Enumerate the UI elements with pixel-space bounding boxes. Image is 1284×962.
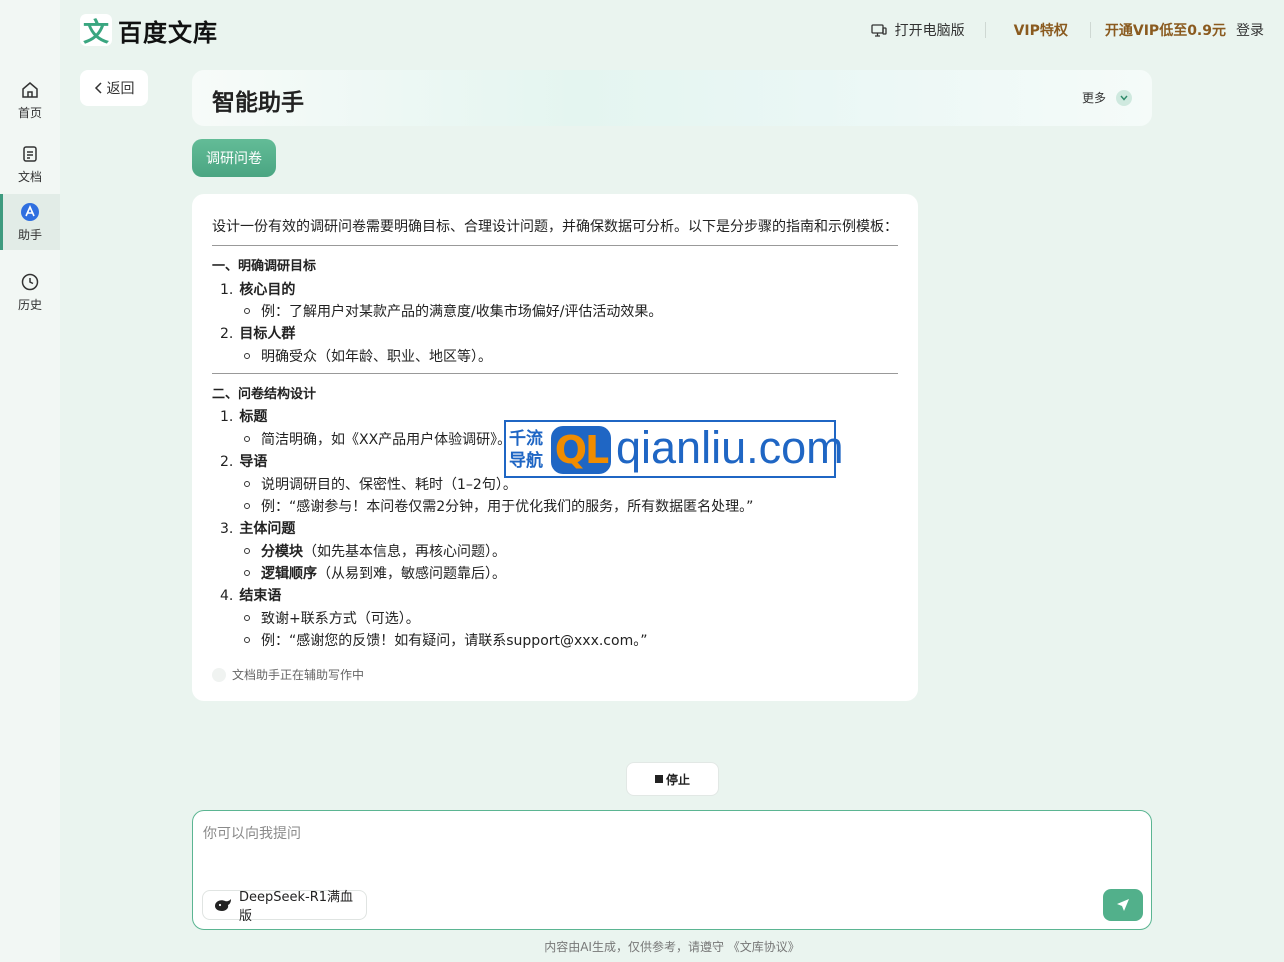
bullet-icon bbox=[244, 570, 250, 576]
sidebar-item-assistant[interactable]: 助手 bbox=[0, 194, 60, 250]
more-dropdown[interactable]: 更多 bbox=[1082, 89, 1132, 106]
answer-intro: 设计一份有效的调研问卷需要明确目标、合理设计问题，并确保数据可分析。以下是分步骤… bbox=[212, 219, 898, 235]
page-title: 智能助手 bbox=[212, 90, 304, 116]
list-bullet: 例：了解用户对某款产品的满意度/收集市场偏好/评估活动效果。 bbox=[244, 301, 662, 321]
sidebar-item-label: 助手 bbox=[17, 227, 42, 242]
logo[interactable]: 文 百度文库 bbox=[80, 14, 218, 48]
bullet-icon bbox=[244, 481, 250, 487]
login-link[interactable]: 登录 bbox=[1236, 20, 1264, 40]
home-icon bbox=[22, 81, 38, 98]
vip-privileges-link[interactable]: VIP特权 bbox=[1014, 20, 1068, 40]
sidebar: 首页 文档 助手 历史 bbox=[0, 0, 60, 962]
list-bullet: 例：“感谢您的反馈！如有疑问，请联系support@xxx.com。” bbox=[244, 630, 647, 650]
assistant-icon bbox=[21, 202, 39, 221]
list-bullet: 逻辑顺序 （从易到难，敏感问题靠后）。 bbox=[244, 563, 506, 583]
status-text: 文档助手正在辅助写作中 bbox=[232, 668, 365, 682]
divider bbox=[212, 245, 898, 246]
watermark-logo: 千流 导航 QL qianliu.com bbox=[504, 420, 844, 478]
bullet-icon bbox=[244, 503, 250, 509]
whale-icon bbox=[215, 899, 231, 911]
divider bbox=[1089, 22, 1091, 38]
section-heading: 二、问卷结构设计 bbox=[212, 387, 317, 402]
watermark-mark: QL bbox=[551, 426, 611, 474]
list-bullet: 例：“感谢参与！本问卷仅需2分钟，用于优化我们的服务，所有数据匿名处理。” bbox=[244, 496, 753, 516]
list-bullet: 分模块 （如先基本信息，再核心问题）。 bbox=[244, 541, 506, 561]
open-desktop-label: 打开电脑版 bbox=[894, 23, 965, 39]
sidebar-item-documents[interactable]: 文档 bbox=[0, 136, 60, 192]
monitor-icon bbox=[870, 24, 887, 37]
send-button[interactable] bbox=[1103, 889, 1143, 921]
list-item-title: 4. 结束语 bbox=[220, 588, 282, 604]
sidebar-item-history[interactable]: 历史 bbox=[0, 264, 60, 320]
sidebar-item-label: 文档 bbox=[17, 169, 42, 184]
model-selector[interactable]: DeepSeek-R1满血版 bbox=[202, 890, 367, 924]
more-label: 更多 bbox=[1081, 91, 1106, 105]
document-icon bbox=[23, 145, 37, 162]
bullet-icon bbox=[244, 353, 250, 359]
section-heading: 一、明确调研目标 bbox=[212, 259, 317, 274]
list-bullet: 明确受众（如年龄、职业、地区等）。 bbox=[244, 346, 492, 366]
open-desktop-link[interactable]: 打开电脑版 bbox=[870, 20, 965, 40]
sidebar-item-label: 首页 bbox=[17, 105, 42, 120]
disclaimer: 内容由AI生成，仅供参考，请遵守 《文库协议》 bbox=[544, 940, 800, 954]
list-item-title: 2. 导语 bbox=[220, 454, 268, 470]
chevron-down-icon bbox=[1116, 89, 1132, 106]
logo-text: 百度文库 bbox=[118, 18, 218, 47]
assistant-header: 智能助手 更多 bbox=[192, 70, 1152, 126]
list-bullet: 致谢+联系方式（可选）。 bbox=[244, 608, 420, 628]
clock-icon bbox=[21, 273, 39, 290]
send-icon bbox=[1117, 899, 1129, 911]
watermark-cn: 千流 导航 bbox=[509, 429, 543, 471]
bullet-icon bbox=[244, 548, 250, 554]
chat-input-box: DeepSeek-R1满血版 bbox=[192, 810, 1152, 930]
divider bbox=[212, 373, 898, 374]
bullet-icon bbox=[244, 436, 250, 442]
logo-mark: 文 bbox=[80, 14, 112, 48]
top-bar: 打开电脑版 VIP特权 开通VIP低至0.9元 登录 bbox=[870, 18, 1264, 42]
list-item-title: 1. 标题 bbox=[220, 409, 268, 425]
list-bullet: 简洁明确，如《XX产品用户体验调研》。 bbox=[244, 429, 511, 449]
back-label: 返回 bbox=[106, 81, 135, 97]
chevron-left-icon bbox=[94, 82, 102, 94]
sidebar-item-label: 历史 bbox=[17, 297, 42, 312]
stop-label: 停止 bbox=[665, 772, 690, 787]
stop-icon bbox=[654, 775, 663, 783]
writing-status: 文档助手正在辅助写作中 bbox=[212, 666, 364, 683]
sidebar-item-home[interactable]: 首页 bbox=[0, 72, 60, 128]
loading-icon bbox=[212, 667, 226, 682]
bullet-icon bbox=[244, 308, 250, 314]
survey-tag[interactable]: 调研问卷 bbox=[192, 139, 276, 177]
chat-input[interactable] bbox=[203, 823, 1133, 883]
list-bullet: 说明调研目的、保密性、耗时（1–2句）。 bbox=[244, 474, 517, 494]
divider bbox=[984, 22, 986, 38]
open-vip-link[interactable]: 开通VIP低至0.9元 bbox=[1105, 20, 1226, 40]
bullet-icon bbox=[244, 637, 250, 643]
back-button[interactable]: 返回 bbox=[80, 70, 148, 106]
list-item-title: 1. 核心目的 bbox=[220, 282, 296, 298]
list-item-title: 2. 目标人群 bbox=[220, 326, 296, 342]
bullet-icon bbox=[244, 615, 250, 621]
stop-button[interactable]: 停止 bbox=[626, 762, 719, 796]
list-item-title: 3. 主体问题 bbox=[220, 521, 296, 537]
watermark-url: qianliu.com bbox=[616, 422, 844, 473]
model-label: DeepSeek-R1满血版 bbox=[239, 890, 354, 924]
